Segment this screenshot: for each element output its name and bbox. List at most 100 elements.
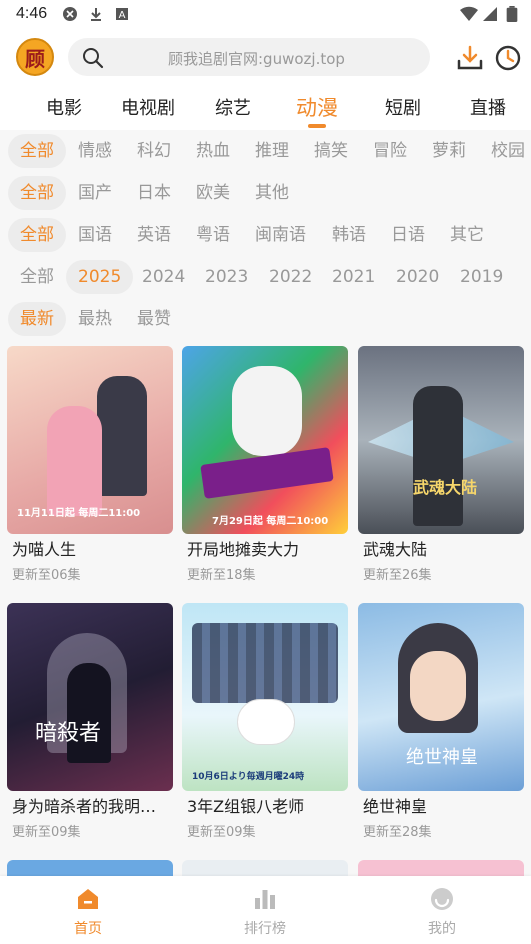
poster-caption: 11月11日起 每周二11:00 — [17, 508, 141, 519]
svg-text:A: A — [119, 10, 126, 21]
tab-live[interactable]: 直播 — [470, 94, 506, 120]
media-card[interactable]: 绝世神皇 绝世神皇 更新至28集 — [358, 603, 524, 843]
nav-profile[interactable]: 我的 — [402, 886, 482, 938]
filter-chip[interactable]: 萝莉 — [420, 134, 478, 168]
filter-chip[interactable]: 日本 — [125, 176, 183, 210]
tab-variety[interactable]: 综艺 — [215, 94, 251, 120]
filter-row-year: 全部 2025 2024 2023 2022 2021 2020 2019 — [0, 258, 531, 298]
filter-chip[interactable]: 2021 — [320, 260, 387, 294]
filter-chip[interactable]: 全部 — [8, 218, 66, 252]
filter-chip[interactable]: 粤语 — [184, 218, 242, 252]
card-episode: 更新至18集 — [187, 568, 256, 583]
filter-chip[interactable]: 2023 — [193, 260, 260, 294]
media-card[interactable]: 武魂大陆 武魂大陆 更新至26集 — [358, 346, 524, 586]
poster-caption: 10月6日より毎週月曜24時 — [192, 772, 305, 782]
filter-chip[interactable]: 2025 — [66, 260, 134, 294]
status-bar: 4:46 A — [0, 0, 531, 30]
poster-image: 11月11日起 每周二11:00 — [7, 346, 173, 534]
filter-chip[interactable]: 2019 — [448, 260, 515, 294]
filter-chip[interactable]: 2020 — [384, 260, 451, 294]
card-title: 开局地摊卖大力 — [187, 540, 300, 559]
card-episode: 更新至09集 — [12, 825, 81, 840]
tab-short-drama[interactable]: 短剧 — [385, 94, 421, 120]
card-episode: 更新至26集 — [363, 568, 432, 583]
tab-movie[interactable]: 电影 — [46, 94, 82, 120]
filter-chip[interactable]: 其它 — [438, 218, 496, 252]
poster-caption: 暗殺者 — [35, 721, 102, 746]
card-title: 为喵人生 — [12, 540, 77, 559]
filter-chip[interactable]: 2024 — [130, 260, 197, 294]
filter-chip[interactable]: 全部 — [8, 134, 66, 168]
search-bar[interactable]: 顾我追剧官网:guwozj.top — [68, 38, 430, 76]
poster-image: 暗殺者 — [7, 603, 173, 791]
filter-chip[interactable]: 欧美 — [184, 176, 242, 210]
tab-anime[interactable]: 动漫 — [296, 92, 338, 128]
filter-chip[interactable]: 2022 — [257, 260, 324, 294]
shield-x-icon — [63, 7, 77, 21]
media-card[interactable]: 7月29日起 每周二10:00 开局地摊卖大力 更新至18集 — [182, 346, 348, 586]
tab-anime-label: 动漫 — [296, 96, 338, 120]
filter-chip[interactable]: 推理 — [243, 134, 301, 168]
status-time: 4:46 — [16, 5, 48, 22]
filter-chip[interactable]: 热血 — [184, 134, 242, 168]
media-card[interactable]: 11月11日起 每周二11:00 为喵人生 更新至06集 — [7, 346, 173, 586]
filter-row-language: 全部 国语 英语 粤语 闽南语 韩语 日语 其它 — [0, 216, 531, 256]
nav-home[interactable]: 首页 — [48, 886, 128, 938]
history-icon[interactable] — [494, 44, 522, 72]
filter-chip[interactable]: 校园 — [479, 134, 531, 168]
media-card[interactable]: 10月6日より毎週月曜24時 3年Z组银八老师 更新至09集 — [182, 603, 348, 843]
filter-chip[interactable]: 全部 — [8, 176, 66, 210]
nav-ranking[interactable]: 排行榜 — [225, 886, 305, 938]
filter-chip[interactable]: 最赞 — [125, 302, 183, 336]
app-logo[interactable]: 顾 — [16, 38, 54, 76]
ranking-icon — [255, 890, 275, 909]
a-box-icon: A — [116, 8, 128, 21]
tab-tv[interactable]: 电视剧 — [121, 94, 175, 120]
poster-image: 武魂大陆 — [358, 346, 524, 534]
filter-row-sort: 最新 最热 最赞 — [0, 300, 531, 340]
filter-chip[interactable]: 国语 — [66, 218, 124, 252]
bottom-nav: 首页 排行榜 我的 — [0, 876, 531, 944]
filter-chip[interactable]: 韩语 — [320, 218, 378, 252]
filter-chip[interactable]: 其他 — [243, 176, 301, 210]
filter-chip[interactable]: 国产 — [66, 176, 124, 210]
filter-chip[interactable]: 日语 — [379, 218, 437, 252]
filter-chip[interactable]: 闽南语 — [243, 218, 318, 252]
active-tab-indicator — [308, 124, 326, 128]
signal-icon — [483, 7, 497, 21]
poster-caption: 7月29日起 每周二10:00 — [212, 516, 329, 527]
card-episode: 更新至09集 — [187, 825, 256, 840]
category-tabs: 电影 电视剧 综艺 动漫 短剧 直播 — [0, 86, 531, 130]
filter-chip[interactable]: 冒险 — [361, 134, 419, 168]
profile-icon — [431, 888, 453, 910]
poster-image: 10月6日より毎週月曜24時 — [182, 603, 348, 791]
poster-image: 7月29日起 每周二10:00 — [182, 346, 348, 534]
battery-icon — [506, 6, 518, 22]
card-title: 绝世神皇 — [363, 797, 428, 816]
filter-chip[interactable]: 英语 — [125, 218, 183, 252]
card-episode: 更新至06集 — [12, 568, 81, 583]
wifi-icon — [460, 6, 478, 22]
download-icon[interactable] — [456, 44, 484, 72]
download-status-icon — [91, 8, 101, 21]
poster-caption: 绝世神皇 — [406, 747, 478, 768]
top-bar: 顾 顾我追剧官网:guwozj.top — [0, 30, 531, 86]
filter-row-region: 全部 国产 日本 欧美 其他 — [0, 174, 531, 214]
filter-chip[interactable]: 全部 — [8, 260, 66, 294]
filter-chip[interactable]: 科幻 — [125, 134, 183, 168]
nav-profile-label: 我的 — [428, 921, 456, 937]
nav-ranking-label: 排行榜 — [244, 921, 286, 937]
media-card[interactable]: 暗殺者 身为暗杀者的我明显比勇者还强 更新至09集 — [7, 603, 173, 843]
home-icon — [78, 889, 98, 909]
filter-chip[interactable]: 最新 — [8, 302, 66, 336]
search-placeholder: 顾我追剧官网:guwozj.top — [168, 50, 345, 68]
card-title: 武魂大陆 — [363, 540, 428, 559]
filter-chip[interactable]: 搞笑 — [302, 134, 360, 168]
nav-home-label: 首页 — [74, 921, 102, 937]
filter-row-genre: 全部 情感 科幻 热血 推理 搞笑 冒险 萝莉 校园 — [0, 132, 531, 172]
card-title: 身为暗杀者的我明显比勇者还强 — [12, 797, 172, 816]
filter-chip[interactable]: 最热 — [66, 302, 124, 336]
filter-chip[interactable]: 情感 — [66, 134, 124, 168]
poster-image — [182, 860, 348, 876]
card-episode: 更新至28集 — [363, 825, 432, 840]
